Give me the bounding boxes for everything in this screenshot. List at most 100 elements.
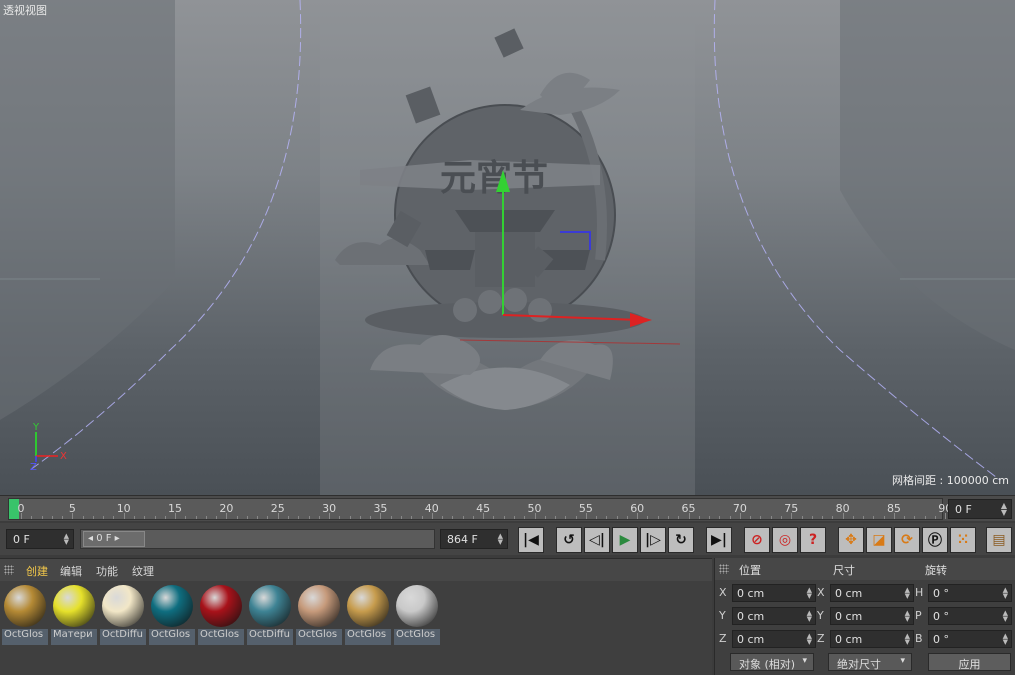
loop-back-icon: ↺ bbox=[563, 532, 575, 548]
timeline-tick bbox=[205, 516, 207, 519]
autokey-button[interactable]: ◎ bbox=[772, 527, 798, 553]
timeline-tick bbox=[678, 516, 680, 519]
size-x-field[interactable]: 0 cm ▲ ▼ bbox=[830, 584, 914, 602]
timeline-tick bbox=[524, 516, 526, 519]
slider-thumb[interactable]: ◂ 0 F ▸ bbox=[83, 531, 145, 547]
frame-range-slider[interactable]: ◂ 0 F ▸ bbox=[80, 529, 435, 549]
step-forward-button[interactable]: |▷ bbox=[640, 527, 666, 553]
panel-grip-icon[interactable] bbox=[4, 565, 14, 575]
viewport-canvas: 元宵节 Y X Z bbox=[0, 0, 1015, 495]
material-swatch[interactable]: OctGlos bbox=[198, 583, 244, 645]
viewport-title[interactable]: 透视视图 bbox=[3, 2, 47, 18]
coordinate-mode-dropdown[interactable]: 对象 (相对) ▾ bbox=[730, 653, 814, 671]
menu-texture[interactable]: 纹理 bbox=[132, 563, 154, 579]
move-icon: ✥ bbox=[845, 532, 857, 548]
material-preview-sphere bbox=[347, 585, 389, 627]
material-preview-sphere bbox=[396, 585, 438, 627]
timeline-tick bbox=[472, 516, 474, 519]
current-frame-field[interactable]: 0 F ▲ ▼ bbox=[948, 499, 1012, 519]
timeline-scale[interactable]: 0 5 10 15 20 25 30 35 40 45 50 55 60 65 70 75 80 85 90 bbox=[8, 498, 988, 520]
go-to-start-button[interactable]: |◀ bbox=[518, 527, 544, 553]
timeline-tick bbox=[565, 516, 567, 519]
timeline-tick bbox=[893, 513, 895, 519]
go-to-end-button[interactable]: ▶| bbox=[706, 527, 732, 553]
keyframe-help-button[interactable]: ? bbox=[800, 527, 826, 553]
step-back-icon: ◁| bbox=[589, 532, 605, 548]
play-button[interactable]: ▶ bbox=[612, 527, 638, 553]
film-strip-button[interactable]: ▤ bbox=[986, 527, 1012, 553]
timeline-tick bbox=[729, 516, 731, 519]
timeline-tick bbox=[267, 516, 269, 519]
timeline-tick bbox=[400, 516, 402, 519]
size-z-field[interactable]: 0 cm ▲ ▼ bbox=[830, 630, 914, 648]
timeline-tick bbox=[195, 516, 197, 519]
coordinate-manager: 位置 尺寸 旋转 X 0 cm ▲ ▼ Y 0 cm ▲ ▼ Z 0 cm ▲ ▼ X 0 … bbox=[714, 558, 1015, 675]
size-y-field[interactable]: 0 cm ▲ ▼ bbox=[830, 607, 914, 625]
timeline-tick bbox=[329, 513, 331, 519]
start-frame-field[interactable]: 0 F ▲ ▼ bbox=[6, 529, 74, 549]
rotation-b-field[interactable]: 0 ° ▲ ▼ bbox=[928, 630, 1012, 648]
timeline-tick bbox=[555, 516, 557, 519]
rotation-p-field[interactable]: 0 ° ▲ ▼ bbox=[928, 607, 1012, 625]
rotate-tool-button[interactable]: ⟳ bbox=[894, 527, 920, 553]
material-menu-bar: 创建 编辑 功能 纹理 bbox=[0, 559, 712, 581]
material-swatch[interactable]: OctDiffu bbox=[100, 583, 146, 645]
material-label: OctGlos bbox=[149, 629, 195, 645]
material-swatch[interactable]: OctGlos bbox=[2, 583, 48, 645]
menu-function[interactable]: 功能 bbox=[96, 563, 118, 579]
timeline-tick bbox=[585, 513, 587, 519]
timeline-tick bbox=[780, 516, 782, 519]
size-mode-dropdown[interactable]: 绝对尺寸 ▾ bbox=[828, 653, 912, 671]
material-swatch[interactable]: OctGlos bbox=[345, 583, 391, 645]
timeline-tick bbox=[390, 516, 392, 519]
material-swatch[interactable]: OctGlos bbox=[394, 583, 440, 645]
timeline-tick bbox=[154, 516, 156, 519]
pla-key-button[interactable]: Ⓟ bbox=[922, 527, 948, 553]
position-x-field[interactable]: 0 cm ▲ ▼ bbox=[732, 584, 816, 602]
chevron-down-icon: ▾ bbox=[900, 656, 905, 666]
timeline-tick bbox=[308, 516, 310, 519]
perspective-viewport[interactable]: 元宵节 Y X Z 透视视图 网格间距 : 100000 cm bbox=[0, 0, 1015, 495]
end-frame-field[interactable]: 864 F ▲ ▼ bbox=[440, 529, 508, 549]
scale-icon: ◪ bbox=[872, 532, 886, 548]
material-swatch[interactable]: OctGlos bbox=[149, 583, 195, 645]
pos-y-label: Y bbox=[719, 609, 726, 622]
record-key-icon: ⊘ bbox=[751, 532, 763, 548]
timeline-tick bbox=[370, 516, 372, 519]
scale-tool-button[interactable]: ◪ bbox=[866, 527, 892, 553]
timeline-tick bbox=[51, 516, 53, 519]
timeline-tick bbox=[863, 516, 865, 519]
material-label: Матери bbox=[51, 629, 97, 645]
apply-button[interactable]: 应用 bbox=[928, 653, 1011, 671]
position-z-field[interactable]: 0 cm ▲ ▼ bbox=[732, 630, 816, 648]
material-swatch[interactable]: OctDiffu bbox=[247, 583, 293, 645]
material-swatch[interactable]: OctGlos bbox=[296, 583, 342, 645]
transport-bar: 0 F ▲ ▼ ◂ 0 F ▸ 864 F ▲ ▼ |◀ ↺ ◁| ▶ |▷ ↻ ▶| … bbox=[0, 523, 1015, 555]
menu-edit[interactable]: 编辑 bbox=[60, 563, 82, 579]
timeline-tick bbox=[822, 516, 824, 519]
timeline-tick bbox=[513, 516, 515, 519]
material-swatch[interactable]: Матери bbox=[51, 583, 97, 645]
timeline-tick bbox=[503, 516, 505, 519]
record-button[interactable]: ⊘ bbox=[744, 527, 770, 553]
timeline-tick bbox=[82, 516, 84, 519]
step-back-button[interactable]: ◁| bbox=[584, 527, 610, 553]
panel-grip-icon[interactable] bbox=[719, 564, 729, 574]
move-tool-button[interactable]: ✥ bbox=[838, 527, 864, 553]
timeline-tick bbox=[442, 516, 444, 519]
position-y-field[interactable]: 0 cm ▲ ▼ bbox=[732, 607, 816, 625]
svg-text:X: X bbox=[60, 451, 67, 462]
rotation-h-field[interactable]: 0 ° ▲ ▼ bbox=[928, 584, 1012, 602]
rot-b-label: B bbox=[915, 632, 923, 645]
timeline-ruler[interactable]: 0 5 10 15 20 25 30 35 40 45 50 55 60 65 70 75 80 85 90 0 F… bbox=[0, 495, 1015, 521]
menu-create[interactable]: 创建 bbox=[26, 563, 48, 579]
play-end-step-button[interactable]: ↻ bbox=[668, 527, 694, 553]
points-grid-icon: ⁙ bbox=[957, 532, 969, 548]
material-manager: 创建 编辑 功能 纹理 OctGlos Матери OctDiffu OctGlos… bbox=[0, 558, 712, 675]
timeline-tick bbox=[924, 516, 926, 519]
loop-forward-icon: ↻ bbox=[675, 532, 687, 548]
point-key-button[interactable]: ⁙ bbox=[950, 527, 976, 553]
timeline-tick bbox=[668, 516, 669, 519]
play-backwards-step-button[interactable]: ↺ bbox=[556, 527, 582, 553]
coord-header: 位置 尺寸 旋转 bbox=[715, 558, 1015, 580]
